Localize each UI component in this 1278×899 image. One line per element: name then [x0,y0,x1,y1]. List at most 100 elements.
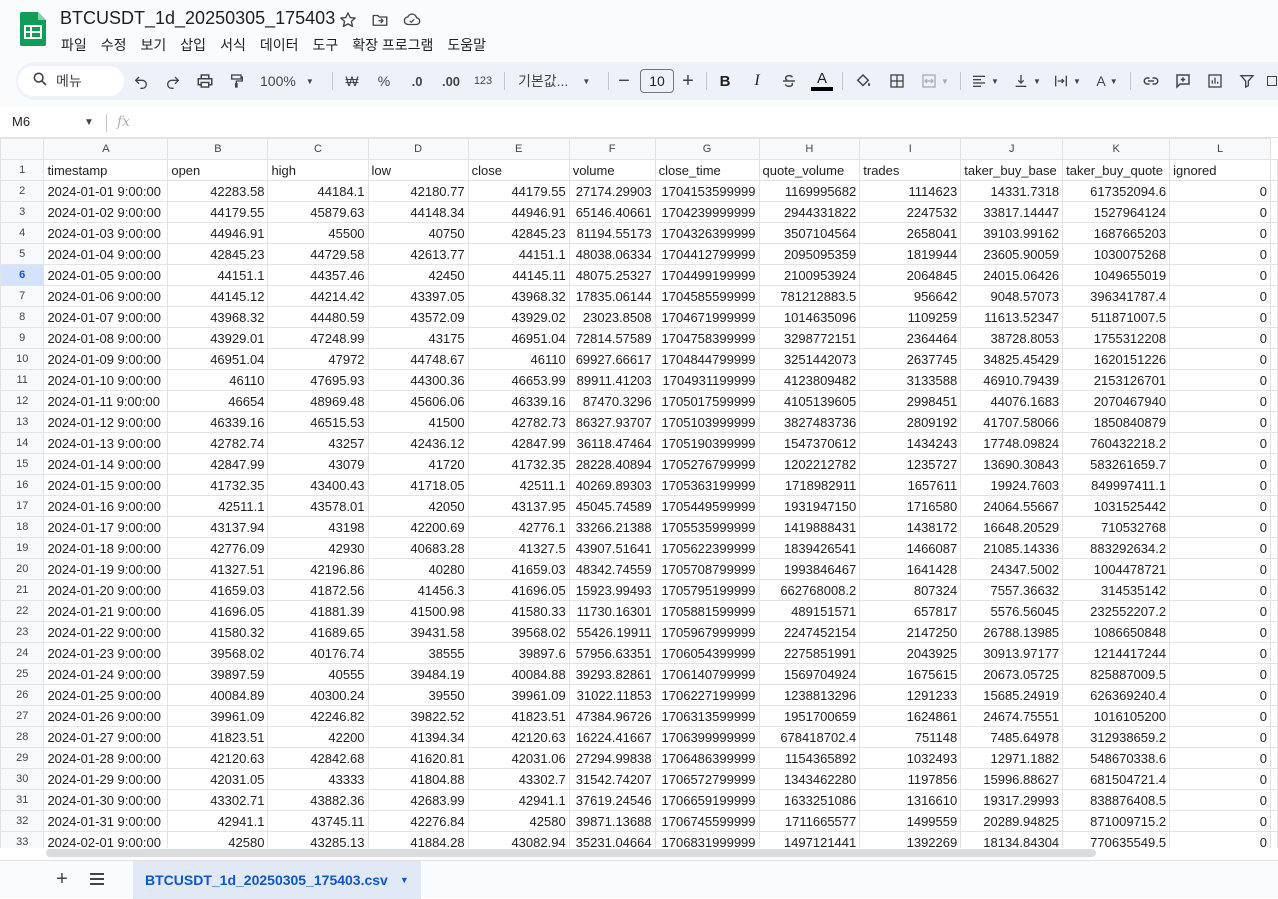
header-cell[interactable]: volume [568,159,656,181]
data-cell[interactable]: 2024-01-22 9:00:00 [43,621,169,643]
column-header[interactable]: I [859,138,962,160]
paint-format-icon[interactable] [226,68,248,94]
data-cell[interactable]: 48038.06334 [568,243,656,265]
data-cell[interactable]: 42283.58 [167,180,269,202]
data-cell[interactable]: 2364464 [859,327,962,349]
data-cell[interactable]: 1547370612 [758,432,861,454]
data-cell[interactable]: 18134.84304 [960,831,1064,848]
data-cell[interactable]: 42511.1 [167,495,269,517]
empty-cell[interactable] [1270,621,1278,643]
data-cell[interactable]: 883292634.2 [1062,537,1171,559]
data-cell[interactable]: 1711665577 [758,810,861,832]
data-cell[interactable]: 3507104564 [758,222,861,244]
data-cell[interactable]: 2024-01-06 9:00:00 [43,285,169,307]
data-cell[interactable]: 0 [1169,684,1271,706]
data-cell[interactable]: 1466087 [859,537,962,559]
data-cell[interactable]: 1706227199999 [654,684,760,706]
data-cell[interactable]: 40280 [367,558,469,580]
data-cell[interactable]: 19924.7603 [960,474,1064,496]
data-cell[interactable]: 40176.74 [267,642,369,664]
row-header[interactable]: 25 [0,663,45,685]
data-cell[interactable]: 3298772151 [758,327,861,349]
data-cell[interactable]: 47384.96726 [568,705,656,727]
data-cell[interactable]: 2024-01-04 9:00:00 [43,243,169,265]
data-cell[interactable]: 657817 [859,600,962,622]
data-cell[interactable]: 46110 [467,348,570,370]
data-cell[interactable]: 2024-01-16 9:00:00 [43,495,169,517]
data-cell[interactable]: 1705276799999 [654,453,760,475]
row-header[interactable]: 14 [0,432,45,454]
data-cell[interactable]: 41620.81 [367,747,469,769]
data-cell[interactable]: 40084.89 [167,684,269,706]
data-cell[interactable]: 2024-01-15 9:00:00 [43,474,169,496]
data-cell[interactable]: 710532768 [1062,516,1171,538]
row-header[interactable]: 23 [0,621,45,643]
data-cell[interactable]: 1049655019 [1062,264,1171,286]
data-cell[interactable]: 1641428 [859,558,962,580]
data-cell[interactable]: 2275851991 [758,642,861,664]
font-size-decrease-icon[interactable]: − [614,68,634,94]
data-cell[interactable]: 41327.5 [467,537,570,559]
data-cell[interactable]: 2247532 [859,201,962,223]
data-cell[interactable]: 14331.7318 [960,180,1064,202]
spreadsheet-grid[interactable]: A B C D E F G H I J K L 1 timestamp open hi… [0,138,1278,848]
data-cell[interactable]: 42050 [367,495,469,517]
data-cell[interactable]: 1706054399999 [654,642,760,664]
data-cell[interactable]: 1706399999999 [654,726,760,748]
data-cell[interactable]: 0 [1169,453,1271,475]
column-header[interactable]: D [367,138,469,160]
data-cell[interactable]: 1951700659 [758,705,861,727]
data-cell[interactable]: 5576.56045 [960,600,1064,622]
empty-cell[interactable] [1270,453,1278,475]
data-cell[interactable]: 42120.63 [467,726,570,748]
chevron-down-icon[interactable]: ▼ [84,117,94,128]
data-cell[interactable]: 1706313599999 [654,705,760,727]
data-cell[interactable]: 2024-01-11 9:00:00 [43,390,169,412]
empty-cell[interactable] [1270,768,1278,790]
data-cell[interactable]: 55426.19911 [568,621,656,643]
data-cell[interactable]: 41720 [367,453,469,475]
data-cell[interactable]: 0 [1169,705,1271,727]
data-cell[interactable]: 1109259 [859,306,962,328]
data-cell[interactable]: 44946.91 [167,222,269,244]
row-header[interactable]: 16 [0,474,45,496]
data-cell[interactable]: 42246.82 [267,705,369,727]
data-cell[interactable]: 46515.53 [267,411,369,433]
data-cell[interactable]: 1704844799999 [654,348,760,370]
data-cell[interactable]: 31542.74207 [568,768,656,790]
star-icon[interactable] [338,10,358,30]
data-cell[interactable]: 13690.30843 [960,453,1064,475]
data-cell[interactable]: 20673.05725 [960,663,1064,685]
data-cell[interactable]: 44151.1 [167,264,269,286]
data-cell[interactable]: 1343462280 [758,768,861,790]
data-cell[interactable]: 48969.48 [267,390,369,412]
data-cell[interactable]: 1202212782 [758,453,861,475]
data-cell[interactable]: 0 [1169,747,1271,769]
data-cell[interactable]: 39897.59 [167,663,269,685]
data-cell[interactable]: 2944331822 [758,201,861,223]
data-cell[interactable]: 20289.94825 [960,810,1064,832]
data-cell[interactable]: 40300.24 [267,684,369,706]
data-cell[interactable]: 1993846467 [758,558,861,580]
data-cell[interactable]: 1704153599999 [654,180,760,202]
row-header[interactable]: 21 [0,579,45,601]
data-cell[interactable]: 0 [1169,495,1271,517]
data-cell[interactable]: 42200 [267,726,369,748]
data-cell[interactable]: 43079 [267,453,369,475]
chevron-down-icon[interactable]: ▼ [400,875,409,885]
data-cell[interactable]: 0 [1169,726,1271,748]
row-header[interactable]: 24 [0,642,45,664]
data-cell[interactable]: 1706486399999 [654,747,760,769]
data-cell[interactable]: 15996.88627 [960,768,1064,790]
data-cell[interactable]: 39431.58 [367,621,469,643]
undo-icon[interactable] [130,68,152,94]
header-cell[interactable]: taker_buy_quote [1062,159,1171,181]
data-cell[interactable]: 807324 [859,579,962,601]
data-cell[interactable]: 48075.25327 [568,264,656,286]
data-cell[interactable]: 0 [1169,600,1271,622]
data-cell[interactable]: 44748.67 [367,348,469,370]
data-cell[interactable]: 46339.16 [167,411,269,433]
column-header[interactable]: J [960,138,1064,160]
data-cell[interactable]: 1030075268 [1062,243,1171,265]
data-cell[interactable]: 39568.02 [467,621,570,643]
